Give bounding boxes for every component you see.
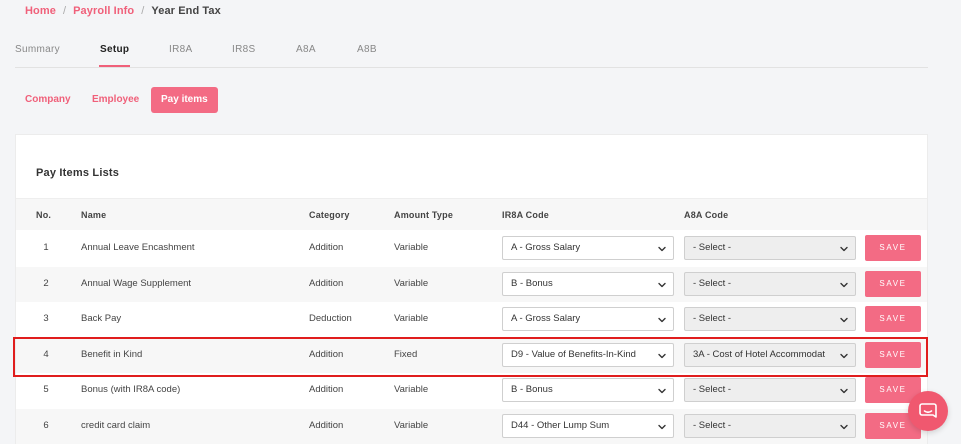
- pay-item-name: Annual Leave Encashment: [81, 242, 195, 253]
- pay-item-category: Addition: [309, 419, 344, 431]
- save-button[interactable]: SAVE: [865, 306, 921, 332]
- table-row: 5 Bonus (with IR8A code) Addition Variable B…: [16, 373, 927, 408]
- ir8a-code-value: D9 - Value of Benefits-In-Kind: [511, 348, 636, 360]
- table-row: 4 Benefit in Kind Addition Fixed D9 - Value …: [16, 337, 927, 373]
- a8a-code-select[interactable]: - Select -: [684, 271, 856, 296]
- ir8a-code-value: A - Gross Salary: [511, 313, 581, 324]
- chevron-down-icon: [658, 424, 666, 429]
- row-number: 4: [43, 348, 49, 360]
- chevron-down-icon: [658, 317, 666, 323]
- a8a-code-value: - Select -: [693, 384, 732, 395]
- chevron-down-icon: [658, 282, 666, 287]
- pay-item-amount-type: Variable: [394, 419, 429, 431]
- a8a-code-select[interactable]: 3A - Cost of Hotel Accommodat: [684, 342, 856, 367]
- row-number: 3: [43, 313, 49, 324]
- save-button[interactable]: SAVE: [865, 341, 921, 368]
- pay-item-category: Addition: [309, 242, 344, 253]
- breadcrumb-payroll-info[interactable]: Payroll Info: [73, 5, 134, 17]
- breadcrumb-separator: /: [141, 5, 145, 17]
- a8a-code-value: - Select -: [693, 277, 732, 289]
- ir8a-code-select[interactable]: D44 - Other Lump Sum: [502, 413, 674, 438]
- pay-item-amount-type: Fixed: [394, 348, 418, 360]
- a8a-code-value: - Select -: [693, 242, 732, 253]
- save-button[interactable]: SAVE: [865, 270, 921, 297]
- tab-setup[interactable]: Setup: [98, 44, 131, 67]
- pay-item-amount-type: Variable: [394, 277, 429, 289]
- ir8a-code-select[interactable]: B - Bonus: [502, 378, 674, 402]
- ir8a-code-value: B - Bonus: [511, 277, 553, 289]
- a8a-code-select[interactable]: - Select -: [684, 413, 856, 438]
- column-header-no: No.: [36, 210, 52, 220]
- chevron-down-icon: [840, 317, 848, 323]
- pay-item-amount-type: Variable: [394, 313, 429, 324]
- pay-item-category: Addition: [309, 384, 344, 395]
- breadcrumb-separator: /: [62, 5, 67, 17]
- table-row: 1 Annual Leave Encashment Addition Variable…: [16, 231, 927, 266]
- a8a-code-value: - Select -: [693, 313, 732, 324]
- ir8a-code-select[interactable]: B - Bonus: [502, 271, 674, 296]
- tab-ir8s[interactable]: IR8S: [232, 44, 255, 55]
- chevron-down-icon: [840, 282, 848, 287]
- chat-bubble-icon: [919, 403, 937, 418]
- pay-item-name: Annual Wage Supplement: [81, 277, 192, 289]
- row-number: 2: [43, 277, 49, 289]
- table-row: 2 Annual Wage Supplement Addition Variable B…: [16, 266, 927, 302]
- save-button[interactable]: SAVE: [865, 235, 921, 261]
- tab-summary[interactable]: Summary: [15, 44, 60, 55]
- table-header: No. Name Category Amount Type IR8A Code …: [16, 198, 927, 230]
- chevron-down-icon: [658, 246, 666, 252]
- table-row: 6 credit card claim Addition Variable D44 - …: [16, 408, 927, 444]
- row-number: 6: [43, 419, 49, 431]
- chat-button[interactable]: [908, 391, 948, 431]
- breadcrumb-current: Year End Tax: [151, 5, 221, 17]
- pay-item-name: Bonus (with IR8A code): [81, 384, 181, 395]
- chevron-down-icon: [840, 246, 848, 252]
- tab-a8a[interactable]: A8A: [296, 44, 316, 55]
- a8a-code-select[interactable]: - Select -: [684, 378, 856, 402]
- card-title: Pay Items Lists: [36, 167, 120, 179]
- ir8a-code-select[interactable]: A - Gross Salary: [502, 236, 674, 260]
- breadcrumb: Home / Payroll Info / Year End Tax: [25, 5, 221, 17]
- chevron-down-icon: [658, 388, 666, 394]
- chevron-down-icon: [840, 424, 848, 429]
- column-header-category: Category: [309, 210, 350, 220]
- main-tabs: Summary Setup IR8A IR8S A8A A8B: [15, 44, 928, 68]
- pay-item-category: Addition: [309, 277, 344, 289]
- ir8a-code-value: D44 - Other Lump Sum: [511, 419, 610, 431]
- chevron-down-icon: [840, 388, 848, 394]
- pay-item-amount-type: Variable: [394, 384, 429, 395]
- pay-item-category: Addition: [309, 348, 344, 360]
- pay-item-name: Benefit in Kind: [81, 348, 143, 360]
- tab-ir8a[interactable]: IR8A: [169, 44, 192, 55]
- table-row: 3 Back Pay Deduction Variable A - Gross Sala…: [16, 302, 927, 337]
- pay-item-amount-type: Variable: [394, 242, 429, 253]
- chevron-down-icon: [840, 353, 848, 358]
- ir8a-code-value: B - Bonus: [511, 384, 553, 395]
- pay-items-card: Pay Items Lists No. Name Category Amount…: [15, 134, 928, 444]
- ir8a-code-select[interactable]: A - Gross Salary: [502, 307, 674, 331]
- row-number: 5: [43, 384, 49, 395]
- pay-item-name: credit card claim: [81, 419, 151, 431]
- a8a-code-value: 3A - Cost of Hotel Accommodat: [693, 348, 826, 360]
- subtab-employee[interactable]: Employee: [82, 87, 149, 113]
- breadcrumb-home[interactable]: Home: [25, 5, 56, 17]
- a8a-code-value: - Select -: [693, 419, 732, 431]
- column-header-ir8a-code: IR8A Code: [502, 210, 549, 220]
- subtab-pay-items[interactable]: Pay items: [151, 87, 218, 113]
- subtab-company[interactable]: Company: [15, 87, 81, 113]
- tab-a8b[interactable]: A8B: [357, 44, 377, 55]
- a8a-code-select[interactable]: - Select -: [684, 307, 856, 331]
- pay-item-name: Back Pay: [81, 313, 122, 324]
- a8a-code-select[interactable]: - Select -: [684, 236, 856, 260]
- column-header-a8a-code: A8A Code: [684, 210, 729, 220]
- row-number: 1: [43, 242, 49, 253]
- column-header-name: Name: [81, 210, 107, 220]
- ir8a-code-value: A - Gross Salary: [511, 242, 581, 253]
- ir8a-code-select[interactable]: D9 - Value of Benefits-In-Kind: [502, 342, 674, 367]
- column-header-amount-type: Amount Type: [394, 210, 454, 220]
- pay-item-category: Deduction: [309, 313, 352, 324]
- chevron-down-icon: [658, 353, 666, 358]
